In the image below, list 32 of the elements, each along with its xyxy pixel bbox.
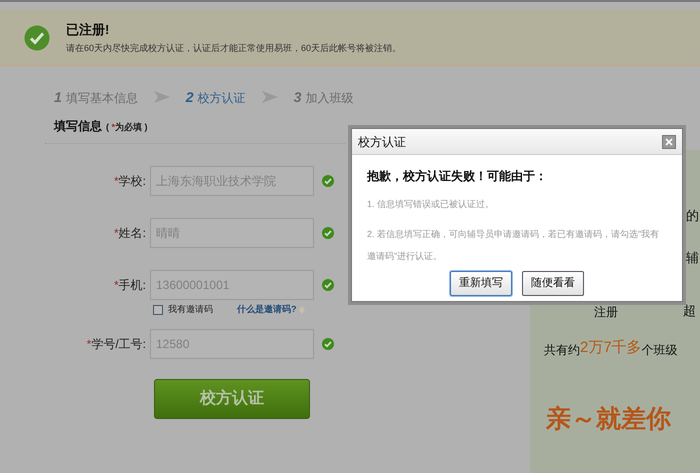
promo-text: 个班级: [642, 342, 678, 359]
field-label: *学号/工号:: [86, 336, 147, 353]
dialog-button[interactable]: 重新填写: [450, 271, 512, 296]
promo-slogan: 亲～就差你: [544, 404, 672, 435]
reason-text: 1. 信息填写错误或已被认证过。: [367, 198, 496, 211]
promo-text: 共有约: [544, 342, 580, 359]
promo-highlight: 2万7千多: [580, 338, 642, 358]
check-icon: [24, 24, 50, 50]
promo-text: 超: [683, 302, 696, 320]
field-label: *姓名:: [112, 225, 147, 242]
close-button[interactable]: [662, 134, 676, 148]
dialog-title: 校方认证: [358, 134, 406, 150]
submit-button[interactable]: 校方认证: [154, 379, 310, 419]
invite-help-link[interactable]: 什么是邀请码?: [237, 303, 296, 317]
reason-text: 2. 若信息填写正确，可向辅导员申请邀请码，若已有邀请码，请勾选"我有邀请码"进行认证。: [367, 228, 660, 263]
promo-text: 辅: [686, 248, 700, 266]
promo-text: 的: [686, 207, 700, 225]
form-title: 填写信息: [54, 118, 102, 135]
field-label: *手机:: [112, 277, 147, 294]
dialog-button[interactable]: 随便看看: [522, 271, 584, 296]
checkbox[interactable]: [153, 305, 163, 315]
required-note: ( *为必填 ): [106, 121, 148, 134]
notice-title: 已注册!: [66, 20, 110, 38]
step-label: 3 加入班级: [294, 88, 354, 106]
notice-message: 请在60天内尽快完成校方认证，认证后才能正常使用易班，60天后此帐号将被注销。: [66, 42, 402, 55]
invite-label: 我有邀请码: [168, 303, 213, 316]
field-label: *学校:: [112, 173, 147, 190]
promo-text: 注册: [594, 304, 618, 320]
step-label: 2 校方认证: [186, 88, 246, 106]
step-label: 1 填写基本信息: [54, 88, 138, 106]
close-icon: [665, 138, 673, 146]
dialog-heading: 抱歉，校方认证失败！可能由于：: [367, 168, 548, 185]
